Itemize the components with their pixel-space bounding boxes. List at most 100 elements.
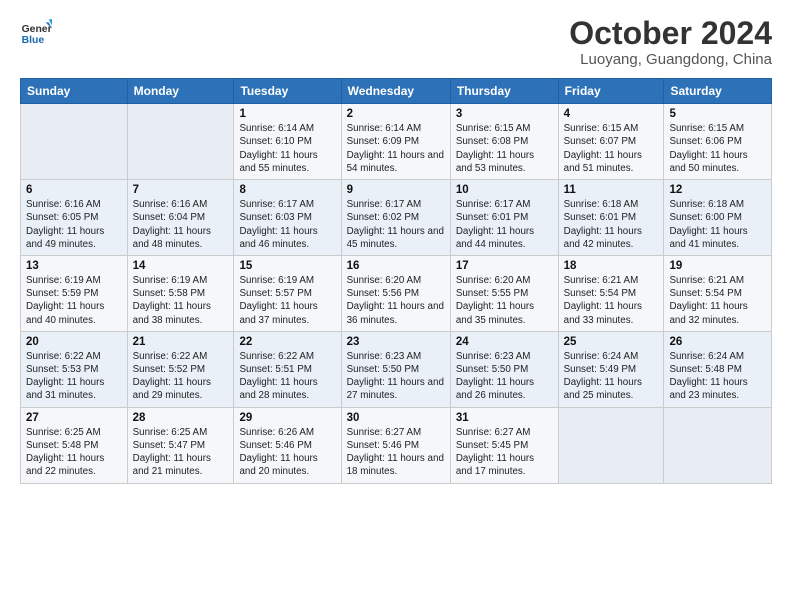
day-number: 12	[669, 184, 766, 196]
day-info: Sunrise: 6:15 AM Sunset: 6:06 PM Dayligh…	[669, 122, 766, 175]
svg-text:Blue: Blue	[22, 35, 45, 46]
day-number: 1	[239, 108, 335, 120]
weekday-header-thursday: Thursday	[450, 79, 558, 104]
day-info: Sunrise: 6:23 AM Sunset: 5:50 PM Dayligh…	[347, 350, 445, 403]
day-cell: 25 Sunrise: 6:24 AM Sunset: 5:49 PM Dayli…	[558, 331, 664, 407]
day-cell: 2 Sunrise: 6:14 AM Sunset: 6:09 PM Daylig…	[341, 104, 450, 180]
day-info: Sunrise: 6:22 AM Sunset: 5:53 PM Dayligh…	[26, 350, 122, 403]
day-cell: 1 Sunrise: 6:14 AM Sunset: 6:10 PM Daylig…	[234, 104, 341, 180]
day-cell: 17 Sunrise: 6:20 AM Sunset: 5:55 PM Dayli…	[450, 255, 558, 331]
day-cell: 4 Sunrise: 6:15 AM Sunset: 6:07 PM Daylig…	[558, 104, 664, 180]
day-info: Sunrise: 6:15 AM Sunset: 6:08 PM Dayligh…	[456, 122, 553, 175]
day-number: 11	[564, 184, 659, 196]
svg-text:General: General	[22, 24, 52, 35]
day-cell: 6 Sunrise: 6:16 AM Sunset: 6:05 PM Daylig…	[21, 180, 128, 256]
day-cell: 19Sunrise: 6:21 AM Sunset: 5:54 PM Dayli…	[664, 255, 772, 331]
day-cell: 23 Sunrise: 6:23 AM Sunset: 5:50 PM Dayli…	[341, 331, 450, 407]
day-number: 22	[239, 336, 335, 348]
day-cell: 16 Sunrise: 6:20 AM Sunset: 5:56 PM Dayli…	[341, 255, 450, 331]
day-cell	[558, 407, 664, 483]
day-cell: 21Sunrise: 6:22 AM Sunset: 5:52 PM Dayli…	[127, 331, 234, 407]
weekday-header-wednesday: Wednesday	[341, 79, 450, 104]
week-row-1: 1 Sunrise: 6:14 AM Sunset: 6:10 PM Daylig…	[21, 104, 772, 180]
day-number: 2	[347, 108, 445, 120]
day-number: 6	[26, 184, 122, 196]
day-info: Sunrise: 6:20 AM Sunset: 5:56 PM Dayligh…	[347, 274, 445, 327]
day-cell	[21, 104, 128, 180]
day-info: Sunrise: 6:18 AM Sunset: 6:00 PM Dayligh…	[669, 198, 766, 251]
day-number: 31	[456, 412, 553, 424]
weekday-header-friday: Friday	[558, 79, 664, 104]
day-cell: 11 Sunrise: 6:18 AM Sunset: 6:01 PM Dayli…	[558, 180, 664, 256]
location: Luoyang, Guangdong, China	[569, 51, 772, 68]
day-info: Sunrise: 6:19 AM Sunset: 5:58 PM Dayligh…	[133, 274, 229, 327]
day-cell: 20 Sunrise: 6:22 AM Sunset: 5:53 PM Dayli…	[21, 331, 128, 407]
weekday-header-sunday: Sunday	[21, 79, 128, 104]
day-number: 4	[564, 108, 659, 120]
logo: General Blue	[20, 16, 52, 48]
calendar-table: SundayMondayTuesdayWednesdayThursdayFrid…	[20, 78, 772, 483]
day-info: Sunrise: 6:26 AM Sunset: 5:46 PM Dayligh…	[239, 426, 335, 479]
day-cell: 28Sunrise: 6:25 AM Sunset: 5:47 PM Dayli…	[127, 407, 234, 483]
day-number: 21	[133, 336, 229, 348]
day-cell: 15Sunrise: 6:19 AM Sunset: 5:57 PM Dayli…	[234, 255, 341, 331]
day-number: 9	[347, 184, 445, 196]
weekday-header-monday: Monday	[127, 79, 234, 104]
day-info: Sunrise: 6:20 AM Sunset: 5:55 PM Dayligh…	[456, 274, 553, 327]
day-info: Sunrise: 6:17 AM Sunset: 6:01 PM Dayligh…	[456, 198, 553, 251]
day-info: Sunrise: 6:25 AM Sunset: 5:47 PM Dayligh…	[133, 426, 229, 479]
day-number: 13	[26, 260, 122, 272]
logo-icon: General Blue	[20, 16, 52, 48]
month-title: October 2024	[569, 16, 772, 51]
header: General Blue October 2024 Luoyang, Guang…	[20, 16, 772, 68]
day-number: 16	[347, 260, 445, 272]
day-cell	[664, 407, 772, 483]
day-info: Sunrise: 6:14 AM Sunset: 6:10 PM Dayligh…	[239, 122, 335, 175]
day-info: Sunrise: 6:19 AM Sunset: 5:57 PM Dayligh…	[239, 274, 335, 327]
day-number: 17	[456, 260, 553, 272]
day-number: 25	[564, 336, 659, 348]
day-info: Sunrise: 6:24 AM Sunset: 5:48 PM Dayligh…	[669, 350, 766, 403]
weekday-header-row: SundayMondayTuesdayWednesdayThursdayFrid…	[21, 79, 772, 104]
day-number: 8	[239, 184, 335, 196]
day-cell: 10 Sunrise: 6:17 AM Sunset: 6:01 PM Dayli…	[450, 180, 558, 256]
day-info: Sunrise: 6:18 AM Sunset: 6:01 PM Dayligh…	[564, 198, 659, 251]
day-info: Sunrise: 6:19 AM Sunset: 5:59 PM Dayligh…	[26, 274, 122, 327]
day-number: 24	[456, 336, 553, 348]
day-number: 18	[564, 260, 659, 272]
title-block: October 2024 Luoyang, Guangdong, China	[569, 16, 772, 68]
day-info: Sunrise: 6:14 AM Sunset: 6:09 PM Dayligh…	[347, 122, 445, 175]
day-info: Sunrise: 6:16 AM Sunset: 6:05 PM Dayligh…	[26, 198, 122, 251]
week-row-4: 20 Sunrise: 6:22 AM Sunset: 5:53 PM Dayli…	[21, 331, 772, 407]
day-cell: 9 Sunrise: 6:17 AM Sunset: 6:02 PM Daylig…	[341, 180, 450, 256]
day-info: Sunrise: 6:15 AM Sunset: 6:07 PM Dayligh…	[564, 122, 659, 175]
day-cell	[127, 104, 234, 180]
day-cell: 24Sunrise: 6:23 AM Sunset: 5:50 PM Dayli…	[450, 331, 558, 407]
day-number: 26	[669, 336, 766, 348]
day-number: 30	[347, 412, 445, 424]
day-info: Sunrise: 6:17 AM Sunset: 6:02 PM Dayligh…	[347, 198, 445, 251]
week-row-5: 27Sunrise: 6:25 AM Sunset: 5:48 PM Dayli…	[21, 407, 772, 483]
day-cell: 7Sunrise: 6:16 AM Sunset: 6:04 PM Daylig…	[127, 180, 234, 256]
day-number: 20	[26, 336, 122, 348]
day-cell: 31 Sunrise: 6:27 AM Sunset: 5:45 PM Dayli…	[450, 407, 558, 483]
day-cell: 22Sunrise: 6:22 AM Sunset: 5:51 PM Dayli…	[234, 331, 341, 407]
day-number: 3	[456, 108, 553, 120]
day-number: 10	[456, 184, 553, 196]
week-row-2: 6 Sunrise: 6:16 AM Sunset: 6:05 PM Daylig…	[21, 180, 772, 256]
day-cell: 13 Sunrise: 6:19 AM Sunset: 5:59 PM Dayli…	[21, 255, 128, 331]
day-info: Sunrise: 6:25 AM Sunset: 5:48 PM Dayligh…	[26, 426, 122, 479]
day-number: 5	[669, 108, 766, 120]
day-number: 23	[347, 336, 445, 348]
weekday-header-tuesday: Tuesday	[234, 79, 341, 104]
day-cell: 8Sunrise: 6:17 AM Sunset: 6:03 PM Daylig…	[234, 180, 341, 256]
day-info: Sunrise: 6:27 AM Sunset: 5:45 PM Dayligh…	[456, 426, 553, 479]
day-info: Sunrise: 6:24 AM Sunset: 5:49 PM Dayligh…	[564, 350, 659, 403]
day-number: 14	[133, 260, 229, 272]
day-info: Sunrise: 6:27 AM Sunset: 5:46 PM Dayligh…	[347, 426, 445, 479]
day-cell: 5 Sunrise: 6:15 AM Sunset: 6:06 PM Daylig…	[664, 104, 772, 180]
day-number: 29	[239, 412, 335, 424]
day-cell: 29 Sunrise: 6:26 AM Sunset: 5:46 PM Dayli…	[234, 407, 341, 483]
day-info: Sunrise: 6:16 AM Sunset: 6:04 PM Dayligh…	[133, 198, 229, 251]
day-cell: 27Sunrise: 6:25 AM Sunset: 5:48 PM Dayli…	[21, 407, 128, 483]
